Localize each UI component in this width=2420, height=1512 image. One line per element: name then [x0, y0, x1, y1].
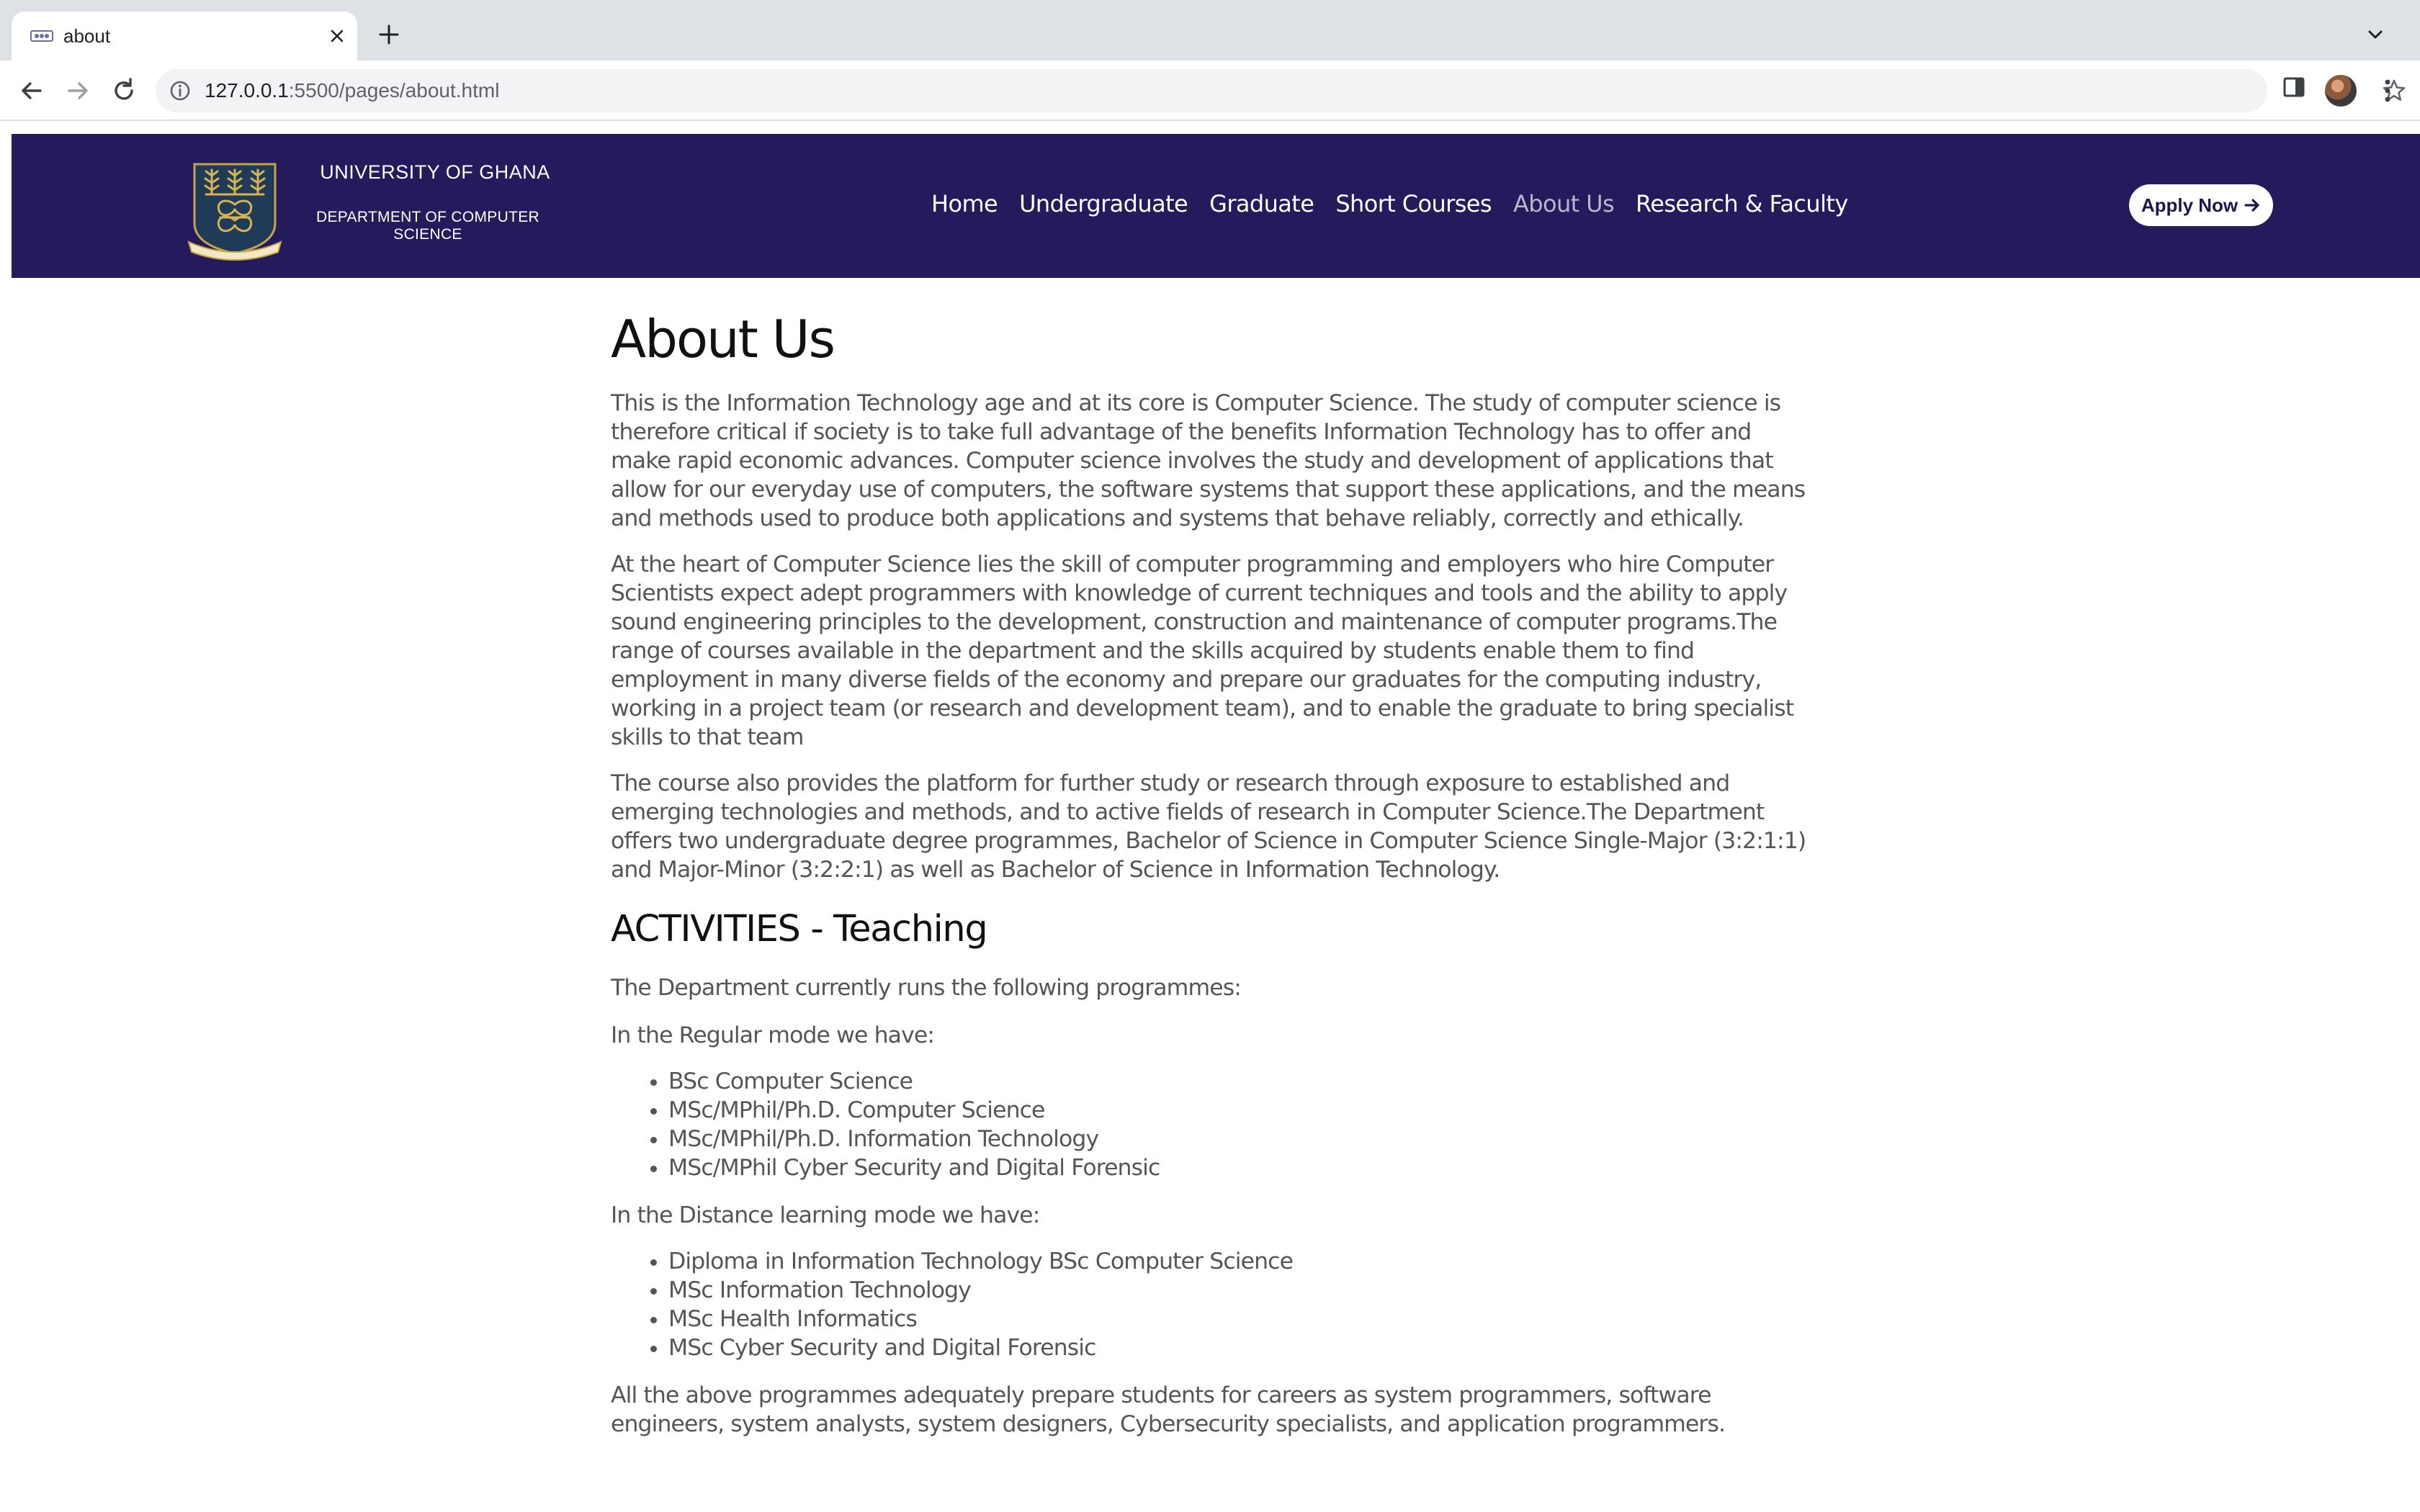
distance-mode-intro: In the Distance learning mode we have:	[611, 1202, 1040, 1228]
browser-tab[interactable]: about	[12, 12, 357, 60]
list-item: Diploma in Information Technology BSc Co…	[668, 1247, 1806, 1276]
intro-paragraph: This is the Information Technology age a…	[611, 390, 1806, 531]
chevron-down-icon[interactable]	[2364, 23, 2387, 46]
nav-short-courses[interactable]: Short Courses	[1325, 186, 1502, 222]
page-title: About Us	[611, 309, 835, 369]
profile-avatar[interactable]	[2325, 75, 2357, 107]
list-item: MSc/MPhil Cyber Security and Digital For…	[668, 1153, 1806, 1182]
browser-tab-strip: about	[0, 0, 2420, 60]
distance-programmes-list: Diploma in Information Technology BSc Co…	[611, 1247, 1806, 1362]
list-item: MSc/MPhil/Ph.D. Information Technology	[668, 1125, 1806, 1153]
forward-arrow-icon[interactable]	[62, 75, 94, 107]
address-bar[interactable]: 127.0.0.1:5500/pages/about.html	[156, 69, 2406, 112]
main-content: About Us This is the Information Technol…	[611, 278, 1806, 1439]
list-item: BSc Computer Science	[668, 1067, 1806, 1096]
nav-home[interactable]: Home	[920, 186, 1008, 222]
nav-research-faculty[interactable]: Research & Faculty	[1625, 186, 1859, 222]
browser-toolbar: 127.0.0.1:5500/pages/about.html	[0, 60, 2420, 121]
new-tab-icon[interactable]	[376, 22, 402, 48]
university-crest-logo[interactable]	[184, 157, 285, 261]
activities-heading: ACTIVITIES - Teaching	[611, 908, 988, 950]
back-arrow-icon[interactable]	[16, 75, 48, 107]
university-name: UNIVERSITY OF GHANA	[320, 161, 550, 183]
nav-about-us[interactable]: About Us	[1502, 186, 1625, 222]
department-name: DEPARTMENT OF COMPUTER SCIENCE	[316, 209, 539, 243]
nav-undergraduate[interactable]: Undergraduate	[1008, 186, 1198, 222]
list-item: MSc Health Informatics	[668, 1305, 1806, 1333]
list-item: MSc Cyber Security and Digital Forensic	[668, 1333, 1806, 1362]
info-icon[interactable]	[169, 79, 192, 102]
close-icon[interactable]	[327, 26, 347, 46]
main-nav: Home Undergraduate Graduate Short Course…	[920, 186, 1859, 222]
intro-paragraph: At the heart of Computer Science lies th…	[611, 552, 1794, 750]
reload-icon[interactable]	[108, 75, 140, 107]
nav-graduate[interactable]: Graduate	[1198, 186, 1325, 222]
closing-paragraph: All the above programmes adequately prep…	[611, 1382, 1726, 1437]
url-text[interactable]: 127.0.0.1:5500/pages/about.html	[205, 69, 499, 112]
arrow-right-icon	[2244, 199, 2259, 212]
apply-now-label: Apply Now	[2141, 194, 2238, 216]
favicon-icon	[30, 30, 53, 42]
tab-title: about	[63, 25, 111, 47]
site-header: UNIVERSITY OF GHANA DEPARTMENT OF COMPUT…	[12, 134, 2420, 278]
regular-programmes-list: BSc Computer Science MSc/MPhil/Ph.D. Com…	[611, 1067, 1806, 1182]
more-vert-icon[interactable]	[2377, 76, 2398, 105]
regular-mode-intro: In the Regular mode we have:	[611, 1022, 935, 1048]
list-item: MSc Information Technology	[668, 1276, 1806, 1305]
programmes-intro: The Department currently runs the follow…	[611, 975, 1242, 1001]
list-item: MSc/MPhil/Ph.D. Computer Science	[668, 1096, 1806, 1125]
side-panel-icon[interactable]	[2282, 75, 2306, 99]
intro-paragraph: The course also provides the platform fo…	[611, 770, 1806, 883]
apply-now-button[interactable]: Apply Now	[2129, 184, 2273, 226]
